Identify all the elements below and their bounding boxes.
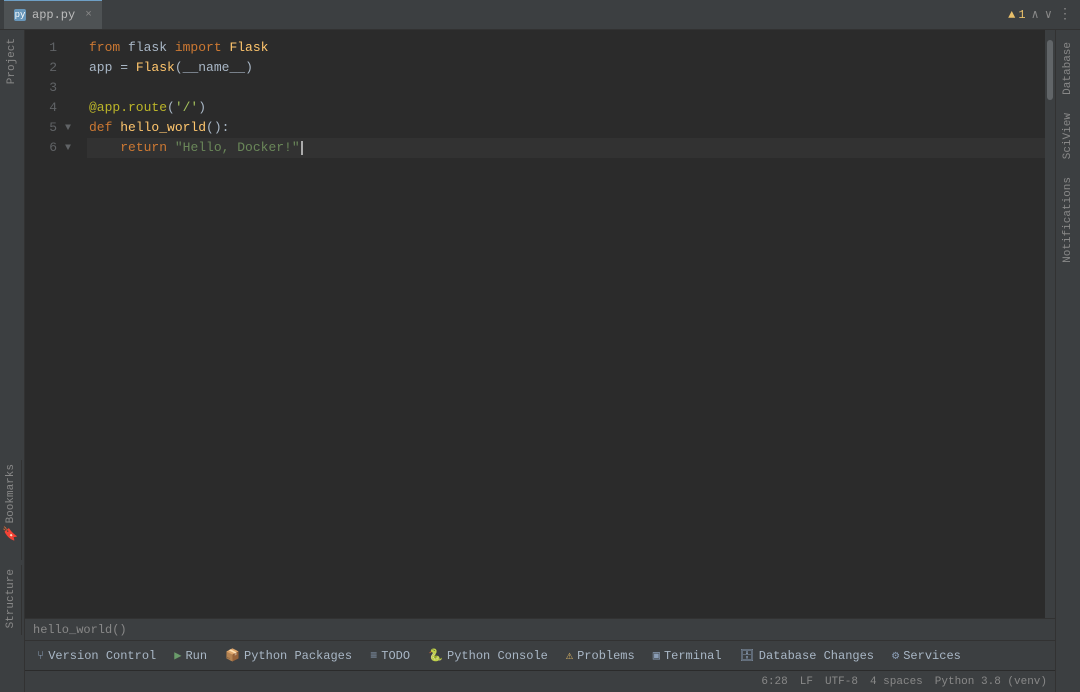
fold-markers: ▼ ▼ [65, 30, 83, 618]
sidebar-item-sciview[interactable]: SciView [1058, 105, 1078, 167]
fold-marker-def[interactable]: ▼ [65, 123, 71, 134]
editor-area: 1 2 3 4 5 6 ▼ ▼ [25, 30, 1055, 692]
database-changes-icon: 🗄 [740, 648, 755, 663]
status-bar: 6:28 LF UTF-8 4 spaces Python 3.8 (venv) [25, 670, 1055, 692]
token-dec-close: ) [198, 98, 206, 118]
token-paren-open: ( [175, 58, 183, 78]
toolbar-version-control-label: Version Control [48, 649, 156, 663]
status-indent[interactable]: 4 spaces [870, 676, 923, 688]
token-space2 [222, 38, 230, 58]
token-route-str: '/' [175, 98, 198, 118]
token-decorator: @app.route [89, 98, 167, 118]
code-content[interactable]: from flask import Flask app = Flask(__na… [83, 30, 1045, 618]
token-hello-docker: "Hello, Docker!" [175, 138, 300, 158]
token-hello-world: hello_world [120, 118, 206, 138]
breadcrumb-function: hello_world() [33, 623, 127, 637]
token-def: def [89, 118, 112, 138]
toolbar-python-packages-label: Python Packages [244, 649, 352, 663]
code-line-1: from flask import Flask [87, 38, 1045, 58]
status-interpreter[interactable]: Python 3.8 (venv) [935, 676, 1047, 688]
token-name: __name__ [183, 58, 245, 78]
code-line-5: def hello_world(): [87, 118, 1045, 138]
structure-label[interactable]: Structure [3, 565, 19, 632]
line-numbers: 1 2 3 4 5 6 [25, 30, 65, 618]
scroll-thumb[interactable] [1047, 40, 1053, 100]
status-position[interactable]: 6:28 [761, 676, 787, 688]
token-indent [89, 138, 120, 158]
main-area: Project 1 2 3 4 5 6 ▼ [0, 30, 1080, 692]
tab-bar-actions: ▲ 1 ∧ ∨ ⋮ [1008, 6, 1080, 23]
status-encoding[interactable]: UTF-8 [825, 676, 858, 688]
toolbar-version-control[interactable]: ⑂ Version Control [29, 641, 164, 670]
sidebar-item-notifications[interactable]: Notifications [1058, 169, 1078, 271]
warning-triangle-icon: ▲ [1008, 8, 1015, 22]
more-options-icon[interactable]: ⋮ [1058, 6, 1072, 23]
toolbar-run[interactable]: ▶ Run [166, 641, 215, 670]
chevron-down-icon[interactable]: ∨ [1045, 7, 1052, 22]
tab-file-icon: py [14, 9, 26, 21]
python-packages-icon: 📦 [225, 648, 240, 663]
toolbar-services-label: Services [903, 649, 961, 663]
vertical-scrollbar[interactable] [1045, 30, 1055, 618]
token-eq: = [112, 58, 135, 78]
token-import: import [175, 38, 222, 58]
toolbar-terminal[interactable]: ▣ Terminal [645, 641, 730, 670]
project-panel-label[interactable]: Project [6, 30, 18, 92]
tab-app-py[interactable]: py app.py × [4, 0, 102, 29]
token-space1: flask [120, 38, 175, 58]
todo-icon: ≡ [370, 649, 377, 663]
fold-marker-return[interactable]: ▼ [65, 143, 71, 154]
token-app: app [89, 58, 112, 78]
toolbar-run-label: Run [185, 649, 207, 663]
code-editor[interactable]: 1 2 3 4 5 6 ▼ ▼ [25, 30, 1055, 618]
token-dec-paren: ( [167, 98, 175, 118]
token-from: from [89, 38, 120, 58]
toolbar-todo[interactable]: ≡ TODO [362, 641, 418, 670]
toolbar-database-changes[interactable]: 🗄 Database Changes [732, 641, 882, 670]
toolbar-python-packages[interactable]: 📦 Python Packages [217, 641, 360, 670]
code-line-4: @app.route('/') [87, 98, 1045, 118]
toolbar-problems[interactable]: ⚠ Problems [558, 641, 643, 670]
token-space3 [112, 118, 120, 138]
token-paren-close: ) [245, 58, 253, 78]
right-sidebar: Database SciView Notifications [1055, 30, 1080, 692]
code-line-2: app = Flask(__name__) [87, 58, 1045, 78]
python-console-icon: 🐍 [428, 648, 443, 663]
token-flask-class: Flask [229, 38, 268, 58]
token-flask2: Flask [136, 58, 175, 78]
terminal-icon: ▣ [653, 648, 660, 663]
toolbar-terminal-label: Terminal [664, 649, 722, 663]
structure-panel[interactable]: Structure [0, 565, 22, 635]
bookmarks-label[interactable]: Bookmarks [3, 460, 19, 527]
token-space4 [167, 138, 175, 158]
toolbar-python-console[interactable]: 🐍 Python Console [420, 641, 556, 670]
chevron-up-icon[interactable]: ∧ [1032, 7, 1039, 22]
breadcrumb-bar: hello_world() [25, 618, 1055, 640]
toolbar-services[interactable]: ⚙ Services [884, 641, 969, 670]
sidebar-item-database[interactable]: Database [1058, 34, 1078, 103]
token-fn-parens: (): [206, 118, 229, 138]
bookmarks-panel[interactable]: Bookmarks 🔖 [0, 460, 22, 560]
code-line-6: return "Hello, Docker!" [87, 138, 1045, 158]
bottom-toolbar: ⑂ Version Control ▶ Run 📦 Python Package… [25, 640, 1055, 670]
version-control-icon: ⑂ [37, 649, 44, 663]
toolbar-database-changes-label: Database Changes [759, 649, 874, 663]
toolbar-python-console-label: Python Console [447, 649, 548, 663]
status-line-ending[interactable]: LF [800, 676, 813, 688]
warning-count[interactable]: ▲ 1 [1008, 8, 1025, 22]
token-return: return [120, 138, 167, 158]
problems-icon: ⚠ [566, 648, 573, 663]
toolbar-todo-label: TODO [381, 649, 410, 663]
tab-close-button[interactable]: × [85, 9, 92, 21]
bookmark-icon: 🔖 [2, 527, 18, 542]
code-line-3 [87, 78, 1045, 98]
warning-number: 1 [1018, 8, 1025, 22]
tab-bar: py app.py × ▲ 1 ∧ ∨ ⋮ [0, 0, 1080, 30]
text-cursor [301, 141, 303, 155]
run-icon: ▶ [174, 648, 181, 663]
tab-label: app.py [32, 8, 75, 22]
services-icon: ⚙ [892, 648, 899, 663]
toolbar-problems-label: Problems [577, 649, 635, 663]
